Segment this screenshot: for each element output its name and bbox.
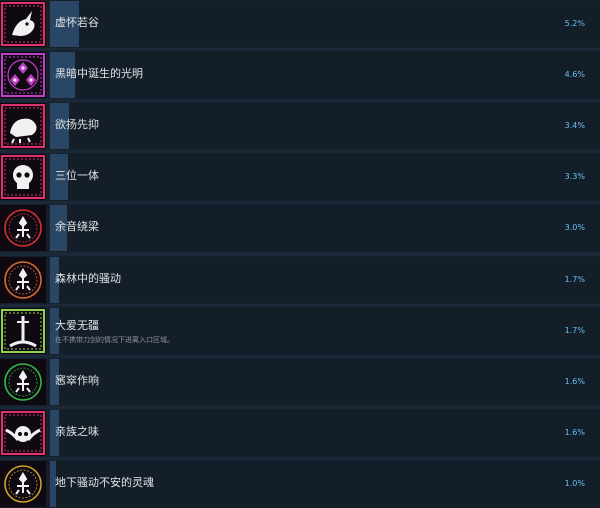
achievement-name: 窸窣作响 [55, 374, 99, 387]
progress-track [50, 1, 600, 47]
progress-track [50, 154, 600, 200]
orange-fleur-sigil-icon [0, 257, 46, 303]
achievement-description: 在不携带刀剑的情况下进离入口区域。 [55, 336, 174, 344]
green-fleur-sigil-icon [0, 359, 46, 405]
unlock-percent: 4.6% [564, 70, 585, 79]
unlock-percent: 1.6% [564, 428, 585, 437]
achievement-row[interactable]: 亲族之味 1.6% [0, 409, 600, 457]
achievement-list: 虚怀若谷 5.2% 黑暗中诞生的光明 4.6% 欲扬先抑 3.4% 三位一体 3.3% … [0, 0, 600, 508]
achievement-row[interactable]: 虚怀若谷 5.2% [0, 0, 600, 48]
achievement-row[interactable]: 余音绕梁 3.0% [0, 204, 600, 252]
horned-beast-icon [0, 1, 46, 47]
unlock-percent: 3.0% [564, 223, 585, 232]
crawling-beast-icon [0, 103, 46, 149]
progress-track [50, 257, 600, 303]
unlock-percent: 1.7% [564, 275, 585, 284]
achievement-name: 余音绕梁 [55, 220, 99, 233]
achievement-row[interactable]: 三位一体 3.3% [0, 153, 600, 201]
sword-spire-icon [0, 308, 46, 354]
achievement-name: 大爱无疆 [55, 319, 99, 332]
progress-track [50, 205, 600, 251]
unlock-percent: 1.0% [564, 479, 585, 488]
achievement-row[interactable]: 大爱无疆在不携带刀剑的情况下进离入口区域。 1.7% [0, 307, 600, 355]
achievement-name: 虚怀若谷 [55, 16, 99, 29]
achievement-name: 三位一体 [55, 169, 99, 182]
progress-track [50, 410, 600, 456]
skull-sigil-icon [0, 154, 46, 200]
achievement-name: 黑暗中诞生的光明 [55, 67, 143, 80]
achievement-name: 地下骚动不安的灵魂 [55, 476, 154, 489]
red-fleur-sigil-icon [0, 205, 46, 251]
achievement-row[interactable]: 欲扬先抑 3.4% [0, 102, 600, 150]
achievement-row[interactable]: 地下骚动不安的灵魂 1.0% [0, 460, 600, 508]
progress-track [50, 359, 600, 405]
progress-track [50, 308, 600, 354]
achievement-row[interactable]: 窸窣作响 1.6% [0, 358, 600, 406]
progress-track [50, 103, 600, 149]
triple-rune-icon [0, 52, 46, 98]
achievement-row[interactable]: 黑暗中诞生的光明 4.6% [0, 51, 600, 99]
unlock-percent: 1.6% [564, 377, 585, 386]
achievement-name: 欲扬先抑 [55, 118, 99, 131]
winged-skull-icon [0, 410, 46, 456]
achievement-row[interactable]: 森林中的骚动 1.7% [0, 256, 600, 304]
achievement-name: 森林中的骚动 [55, 272, 121, 285]
gold-fleur-sigil-icon [0, 461, 46, 507]
unlock-percent: 3.3% [564, 172, 585, 181]
unlock-percent: 3.4% [564, 121, 585, 130]
unlock-percent: 5.2% [564, 19, 585, 28]
unlock-percent: 1.7% [564, 326, 585, 335]
achievement-name: 亲族之味 [55, 425, 99, 438]
